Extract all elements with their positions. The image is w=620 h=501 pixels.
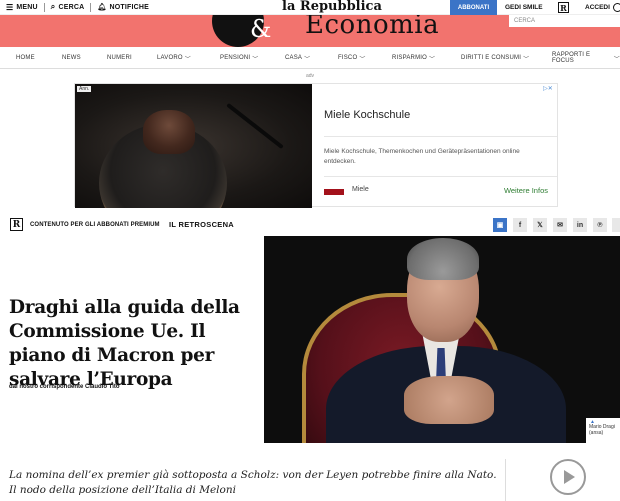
play-audio-button[interactable] xyxy=(550,459,586,495)
search-button[interactable]: ⌕ CERCA xyxy=(45,0,91,15)
linkedin-icon[interactable]: in xyxy=(573,218,587,232)
caption-arrow-icon: ▲ xyxy=(590,419,595,425)
nav-item-risparmio[interactable]: RISPARMIO ﹀ xyxy=(392,47,435,69)
mail-icon[interactable]: ✉ xyxy=(553,218,567,232)
subscribe-button[interactable]: ABBONATI xyxy=(450,0,497,15)
nav-item-news[interactable]: NEWS xyxy=(62,47,81,69)
chevron-down-icon: ﹀ xyxy=(359,56,366,63)
chevron-down-icon: ﹀ xyxy=(523,56,530,63)
chevron-down-icon: ﹀ xyxy=(252,56,259,63)
ad-image[interactable]: Ann. xyxy=(75,84,312,208)
whatsapp-icon[interactable] xyxy=(612,218,620,232)
nav-item-casa[interactable]: CASA ﹀ xyxy=(285,47,310,69)
section-title[interactable]: Economia xyxy=(305,15,439,39)
pinterest-icon[interactable]: ℗ xyxy=(593,218,607,232)
section-banner: & Economia CERCA xyxy=(0,15,620,47)
nav-item-rapporti-e-focus[interactable]: RAPPORTI E FOCUS ﹀ xyxy=(552,47,620,69)
nav-item-home[interactable]: HOME xyxy=(16,47,35,69)
photo-hands xyxy=(404,376,494,424)
nav-label: HOME xyxy=(16,55,35,61)
nav-label: NUMERI xyxy=(107,55,132,61)
nav-label: RAPPORTI E FOCUS xyxy=(552,52,591,64)
nav-item-fisco[interactable]: FISCO ﹀ xyxy=(338,47,366,69)
notifications-label: NOTIFICHE xyxy=(109,3,149,11)
ad-cake xyxy=(143,110,195,154)
ad-title[interactable]: Miele Kochschule xyxy=(324,109,410,121)
ad-banner[interactable]: Ann. ▷✕ Miele Kochschule Miele Kochschul… xyxy=(74,83,558,208)
article-summary: La nomina dell’ex premier già sottoposta… xyxy=(9,469,497,496)
article-photo[interactable] xyxy=(264,236,620,443)
chevron-down-icon: ﹀ xyxy=(184,56,191,63)
nav-label: NEWS xyxy=(62,55,81,61)
banner-search-input[interactable]: CERCA xyxy=(509,15,620,27)
comment-icon[interactable]: ▣ xyxy=(493,218,507,232)
article-category[interactable]: IL RETROSCENA xyxy=(169,220,234,229)
search-icon: ⌕ xyxy=(50,2,56,11)
chevron-down-icon: ﹀ xyxy=(613,56,620,63)
miele-logo-icon xyxy=(324,189,344,195)
article-byline: dal nostro corrispondente Claudio Tito xyxy=(9,384,120,390)
adv-label: adv xyxy=(305,73,315,79)
gedi-smile-link[interactable]: GEDI SMILE xyxy=(505,0,543,15)
hamburger-icon: ☰ xyxy=(6,2,14,12)
ad-brand: Miele xyxy=(352,186,369,193)
login-label: ACCEDI xyxy=(585,4,610,11)
notifications-button[interactable]: 🔔︎ NOTIFICHE xyxy=(91,0,155,15)
photo-hair xyxy=(407,238,479,280)
nav-item-numeri[interactable]: NUMERI xyxy=(107,47,132,69)
ad-badge: Ann. xyxy=(77,86,92,92)
nav-item-lavoro[interactable]: LAVORO ﹀ xyxy=(157,47,191,69)
nav-label: RISPARMIO xyxy=(392,55,428,61)
nav-label: FISCO xyxy=(338,55,358,61)
x-icon[interactable]: 𝕏 xyxy=(533,218,547,232)
ad-description: Miele Kochschule, Themenkochen und Gerät… xyxy=(324,148,520,165)
nav-label: DIRITTI E CONSUMI xyxy=(461,55,522,61)
nav-item-diritti-e-consumi[interactable]: DIRITTI E CONSUMI ﹀ xyxy=(461,47,529,69)
chevron-down-icon: ﹀ xyxy=(304,56,311,63)
section-nav: HOME NEWS NUMERI LAVORO ﹀ PENSIONI ﹀ CASA ﹀… xyxy=(0,47,620,69)
premium-r-icon: R xyxy=(10,218,23,231)
ad-choices-icon[interactable]: ▷✕ xyxy=(541,85,555,93)
login-button[interactable]: ACCEDI xyxy=(585,0,620,15)
bell-icon: 🔔︎ xyxy=(97,4,107,11)
nav-item-pensioni[interactable]: PENSIONI ﹀ xyxy=(220,47,258,69)
divider xyxy=(324,176,557,177)
chevron-down-icon: ﹀ xyxy=(429,56,436,63)
user-icon xyxy=(612,3,620,12)
banner-ampersand: & xyxy=(250,15,272,43)
premium-label: CONTENUTO PER GLI ABBONATI PREMIUM xyxy=(30,222,160,228)
menu-button[interactable]: ☰ MENU xyxy=(0,0,44,15)
nav-label: LAVORO xyxy=(157,55,183,61)
divider xyxy=(505,459,506,501)
nav-label: CASA xyxy=(285,55,303,61)
ad-body[interactable]: ▷✕ Miele Kochschule Miele Kochschule, Th… xyxy=(312,84,557,206)
site-logo[interactable]: la Repubblica xyxy=(282,0,382,14)
nav-label: PENSIONI xyxy=(220,55,251,61)
article-headline[interactable]: Draghi alla guida della Commissione Ue. … xyxy=(9,296,265,392)
facebook-icon[interactable]: f xyxy=(513,218,527,232)
ad-cta-link[interactable]: Weitere Infos xyxy=(504,186,548,195)
divider xyxy=(324,136,557,137)
repubblica-r-icon[interactable]: R xyxy=(558,2,569,13)
ad-spoon xyxy=(226,102,284,150)
play-icon xyxy=(564,470,575,484)
search-label: CERCA xyxy=(58,3,85,11)
menu-label: MENU xyxy=(16,3,38,11)
